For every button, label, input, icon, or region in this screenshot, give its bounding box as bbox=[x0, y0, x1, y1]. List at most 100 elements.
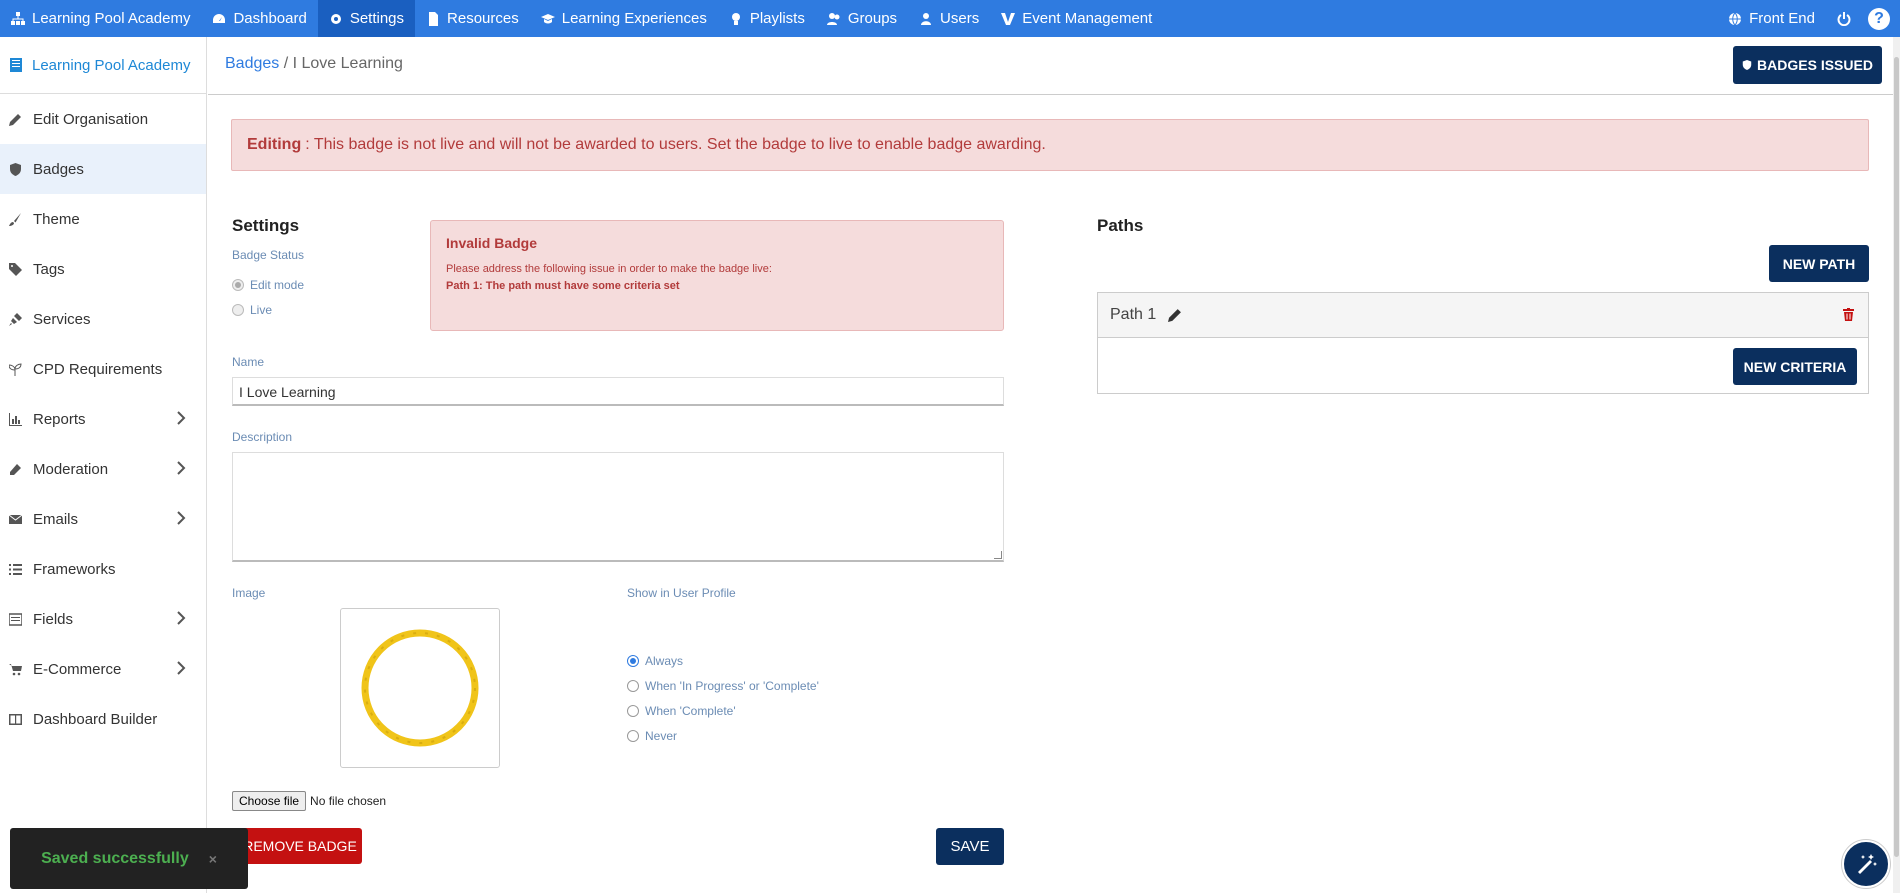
badges-issued-button[interactable]: BADGES ISSUED bbox=[1733, 46, 1882, 84]
sidebar-item-badges[interactable]: Badges bbox=[0, 144, 206, 194]
nav-label: Settings bbox=[349, 10, 405, 27]
radio-label: Always bbox=[645, 654, 684, 668]
sidebar-item-label: Fields bbox=[33, 610, 74, 628]
new-criteria-button[interactable]: NEW CRITERIA bbox=[1733, 348, 1857, 385]
list-icon bbox=[9, 563, 22, 575]
top-navigation: Learning Pool Academy Dashboard Settings… bbox=[0, 0, 1900, 37]
sidebar-item-theme[interactable]: Theme bbox=[0, 194, 206, 244]
nav-label: Groups bbox=[847, 10, 898, 27]
seedling-icon bbox=[9, 362, 22, 376]
sidebar-item-label: Dashboard Builder bbox=[33, 710, 158, 728]
nav-front-end[interactable]: Front End bbox=[1717, 0, 1826, 37]
nav-groups[interactable]: Groups bbox=[816, 0, 908, 37]
image-label: Image bbox=[232, 586, 266, 600]
magic-wand-icon bbox=[1858, 854, 1877, 874]
nav-right-group: Front End ? bbox=[1717, 0, 1900, 37]
chevron-right-icon bbox=[177, 511, 186, 525]
trash-icon[interactable] bbox=[1843, 308, 1854, 321]
radio-label: Never bbox=[645, 729, 678, 743]
nav-users[interactable]: Users bbox=[908, 0, 990, 37]
radio-label: Live bbox=[250, 303, 273, 317]
gear-icon bbox=[330, 13, 341, 24]
nav-playlists[interactable]: Playlists bbox=[718, 0, 816, 37]
nav-label: Event Management bbox=[1022, 10, 1153, 27]
sidebar-item-e-commerce[interactable]: E-Commerce bbox=[0, 644, 206, 694]
radio-in-progress-complete[interactable] bbox=[627, 680, 639, 692]
sidebar-item-edit-organisation[interactable]: Edit Organisation bbox=[0, 94, 206, 144]
graduation-cap-icon bbox=[540, 13, 555, 23]
sidebar-item-label: E-Commerce bbox=[33, 660, 122, 678]
status-edit-mode[interactable]: Edit mode bbox=[232, 278, 304, 292]
show-when-complete[interactable]: When 'Complete' bbox=[627, 704, 736, 718]
resize-grip[interactable] bbox=[994, 551, 1002, 559]
sidebar-item-tags[interactable]: Tags bbox=[0, 244, 206, 294]
magic-wand-button[interactable] bbox=[1842, 840, 1890, 888]
breadcrumb-link-badges[interactable]: Badges bbox=[225, 55, 279, 72]
show-always[interactable]: Always bbox=[627, 654, 683, 668]
chevron-right-icon bbox=[177, 411, 186, 425]
sidebar-item-frameworks[interactable]: Frameworks bbox=[0, 544, 206, 594]
sidebar-item-label: CPD Requirements bbox=[33, 360, 163, 378]
badges-issued-label: BADGES ISSUED bbox=[1757, 57, 1873, 73]
sidebar-item-fields[interactable]: Fields bbox=[0, 594, 206, 644]
building-icon bbox=[10, 58, 22, 72]
sidebar-org[interactable]: Learning Pool Academy bbox=[0, 37, 206, 94]
sidebar-item-moderation[interactable]: Moderation bbox=[0, 444, 206, 494]
settings-heading: Settings bbox=[232, 216, 300, 235]
pencil-icon bbox=[9, 113, 21, 126]
paths-heading: Paths bbox=[1097, 216, 1144, 235]
nav-academy[interactable]: Learning Pool Academy bbox=[0, 0, 201, 37]
help-button[interactable]: ? bbox=[1868, 7, 1890, 30]
nav-resources[interactable]: Resources bbox=[415, 0, 530, 37]
plug-icon bbox=[9, 312, 22, 326]
radio-complete[interactable] bbox=[627, 705, 639, 717]
invalid-issue: Path 1: The path must have some criteria… bbox=[446, 280, 680, 292]
show-never[interactable]: Never bbox=[627, 729, 677, 743]
toast-close-button[interactable]: × bbox=[209, 851, 217, 867]
editing-alert: Editing: This badge is not live and will… bbox=[231, 119, 1869, 171]
brush-icon bbox=[9, 212, 21, 226]
lightbulb-icon bbox=[731, 12, 740, 25]
page-scrollbar[interactable] bbox=[1893, 37, 1900, 893]
eraser-icon bbox=[10, 463, 21, 475]
radio-never[interactable] bbox=[627, 730, 639, 742]
name-input[interactable]: I Love Learning bbox=[232, 377, 1004, 406]
show-in-progress-or-complete[interactable]: When 'In Progress' or 'Complete' bbox=[627, 679, 819, 693]
sidebar-org-label: Learning Pool Academy bbox=[32, 56, 191, 74]
nav-learning-experiences[interactable]: Learning Experiences bbox=[530, 0, 718, 37]
invalid-title: Invalid Badge bbox=[446, 235, 538, 251]
form-icon bbox=[9, 612, 22, 626]
description-textarea[interactable] bbox=[232, 452, 1004, 562]
sidebar-item-services[interactable]: Services bbox=[0, 294, 206, 344]
sidebar-item-dashboard-builder[interactable]: Dashboard Builder bbox=[0, 694, 206, 744]
show-in-profile-label: Show in User Profile bbox=[627, 586, 736, 600]
alert-strong: Editing bbox=[247, 136, 302, 153]
envelope-icon bbox=[9, 514, 22, 524]
dashboard-icon bbox=[213, 13, 226, 23]
toast-message: Saved successfully bbox=[41, 849, 189, 867]
new-path-button[interactable]: NEW PATH bbox=[1769, 245, 1869, 282]
remove-badge-button[interactable]: REMOVE BADGE bbox=[238, 828, 362, 864]
sidebar-item-cpd-requirements[interactable]: CPD Requirements bbox=[0, 344, 206, 394]
user-icon bbox=[921, 12, 932, 25]
breadcrumb: Badges / I Love Learning bbox=[225, 55, 403, 73]
sidebar: Learning Pool Academy Edit Organisation … bbox=[0, 37, 207, 893]
save-button[interactable]: SAVE bbox=[936, 828, 1004, 865]
status-live[interactable]: Live bbox=[232, 303, 272, 317]
radio-always[interactable] bbox=[627, 655, 639, 667]
pencil-icon[interactable] bbox=[1168, 308, 1182, 322]
radio-live[interactable] bbox=[232, 304, 244, 316]
radio-edit-mode[interactable] bbox=[232, 279, 244, 291]
power-button[interactable] bbox=[1826, 0, 1862, 37]
nav-dashboard[interactable]: Dashboard bbox=[201, 0, 317, 37]
sidebar-item-label: Reports bbox=[33, 410, 86, 428]
nav-event-management[interactable]: Event Management bbox=[990, 0, 1163, 37]
sidebar-item-reports[interactable]: Reports bbox=[0, 394, 206, 444]
sidebar-item-label: Emails bbox=[33, 510, 79, 528]
sidebar-item-emails[interactable]: Emails bbox=[0, 494, 206, 544]
power-icon bbox=[1837, 11, 1851, 26]
breadcrumb-current: I Love Learning bbox=[292, 55, 403, 72]
nav-settings[interactable]: Settings bbox=[317, 0, 416, 37]
choose-file-button[interactable]: Choose file bbox=[232, 791, 307, 811]
sidebar-item-label: Frameworks bbox=[33, 560, 116, 578]
